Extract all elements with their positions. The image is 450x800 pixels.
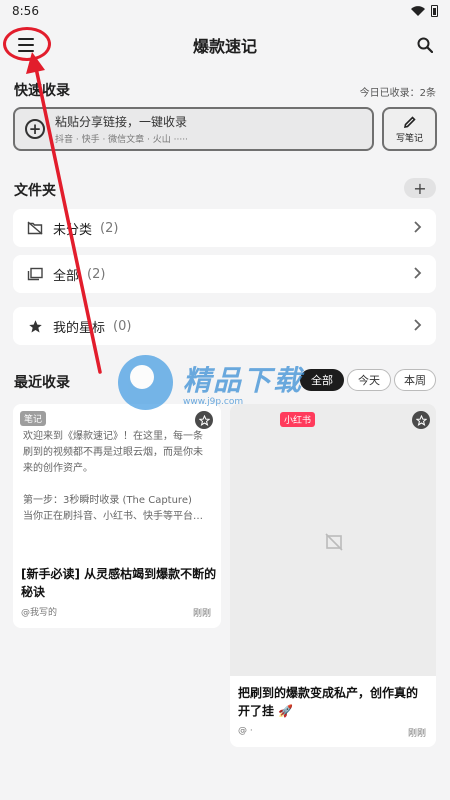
quick-collect-title: 快速收录 (14, 83, 70, 99)
plus-icon: + (413, 178, 427, 198)
folder-label: 我的星标 (53, 320, 106, 336)
paste-link-input[interactable]: + 粘贴分享链接，一键收录 抖音 · 快手 · 微信文章 · 火山 ····· (13, 107, 374, 151)
star-icon (27, 318, 43, 334)
highlight-circle (3, 27, 51, 61)
star-toggle-button[interactable] (195, 411, 213, 429)
battery-icon (431, 5, 438, 17)
search-icon (417, 37, 433, 53)
watermark-text: 精品下载 (183, 363, 304, 397)
folder-count: (0) (113, 318, 132, 334)
wifi-icon (411, 6, 425, 16)
folder-label: 未分类 (53, 222, 93, 238)
filter-this-week[interactable]: 本周 (394, 369, 436, 391)
card-author: @ · (238, 726, 253, 736)
today-count: 今日已收录：2条 (359, 88, 436, 99)
card-thumbnail (230, 404, 436, 676)
card-title: [新手必读] 从灵感枯竭到爆款不断的秘诀 (21, 567, 217, 599)
folder-all[interactable]: 全部 (2) (13, 255, 436, 293)
filter-today[interactable]: 今天 (347, 369, 391, 391)
folder-off-icon (27, 220, 43, 236)
star-outline-icon (198, 414, 210, 426)
card-time: 刚刚 (192, 609, 211, 619)
star-outline-icon (415, 414, 427, 426)
watermark: 精品下载 www.j9p.com (118, 355, 303, 410)
folder-count: (2) (100, 220, 119, 236)
card-title: 把刷到的爆款变成私产，创作真的开了挂 🚀 (238, 686, 419, 718)
folder-starred[interactable]: 我的星标 (0) (13, 307, 436, 345)
status-bar: 8:56 (0, 0, 450, 22)
search-button[interactable] (410, 30, 440, 60)
folder-count: (2) (87, 266, 106, 282)
card-author: @我写的 (21, 608, 58, 618)
add-folder-button[interactable]: + (404, 178, 436, 198)
app-bar: 爆款速记 (0, 22, 450, 68)
paste-link-placeholder: 粘贴分享链接，一键收录 (55, 115, 188, 129)
folder-uncategorized[interactable]: 未分类 (2) (13, 209, 436, 247)
recent-card[interactable]: 笔记 欢迎来到《爆款速记》！在这里，每一条 刷到的视频都不再是过眼云烟，而是你未… (13, 404, 221, 628)
pencil-icon (403, 115, 416, 128)
page-title: 爆款速记 (192, 37, 257, 56)
chevron-right-icon (414, 221, 422, 233)
filter-all[interactable]: 全部 (300, 369, 344, 391)
recent-title: 最近收录 (14, 375, 70, 391)
watermark-logo-icon (118, 355, 173, 410)
folders-title: 文件夹 (14, 183, 56, 199)
card-excerpt: 欢迎来到《爆款速记》！在这里，每一条 刷到的视频都不再是过眼云烟，而是你未 来的… (23, 431, 203, 522)
star-toggle-button[interactable] (412, 411, 430, 429)
add-circle-icon: + (25, 119, 45, 139)
image-unavailable-icon (325, 533, 343, 551)
chevron-right-icon (414, 267, 422, 279)
write-note-button[interactable]: 写笔记 (382, 107, 437, 151)
status-time: 8:56 (12, 4, 39, 18)
card-time: 刚刚 (407, 729, 426, 739)
recent-card[interactable]: 小红书 把刷到的爆款变成私产，创作真的开了挂 🚀 @ · 刚刚 (230, 404, 436, 747)
card-tag: 笔记 (20, 411, 47, 426)
chevron-right-icon (414, 319, 422, 331)
folders-icon (27, 266, 43, 282)
folder-label: 全部 (53, 268, 80, 284)
write-note-label: 写笔记 (395, 133, 423, 144)
supported-sources: 抖音 · 快手 · 微信文章 · 火山 ····· (55, 135, 188, 145)
card-tag: 小红书 (280, 412, 316, 427)
